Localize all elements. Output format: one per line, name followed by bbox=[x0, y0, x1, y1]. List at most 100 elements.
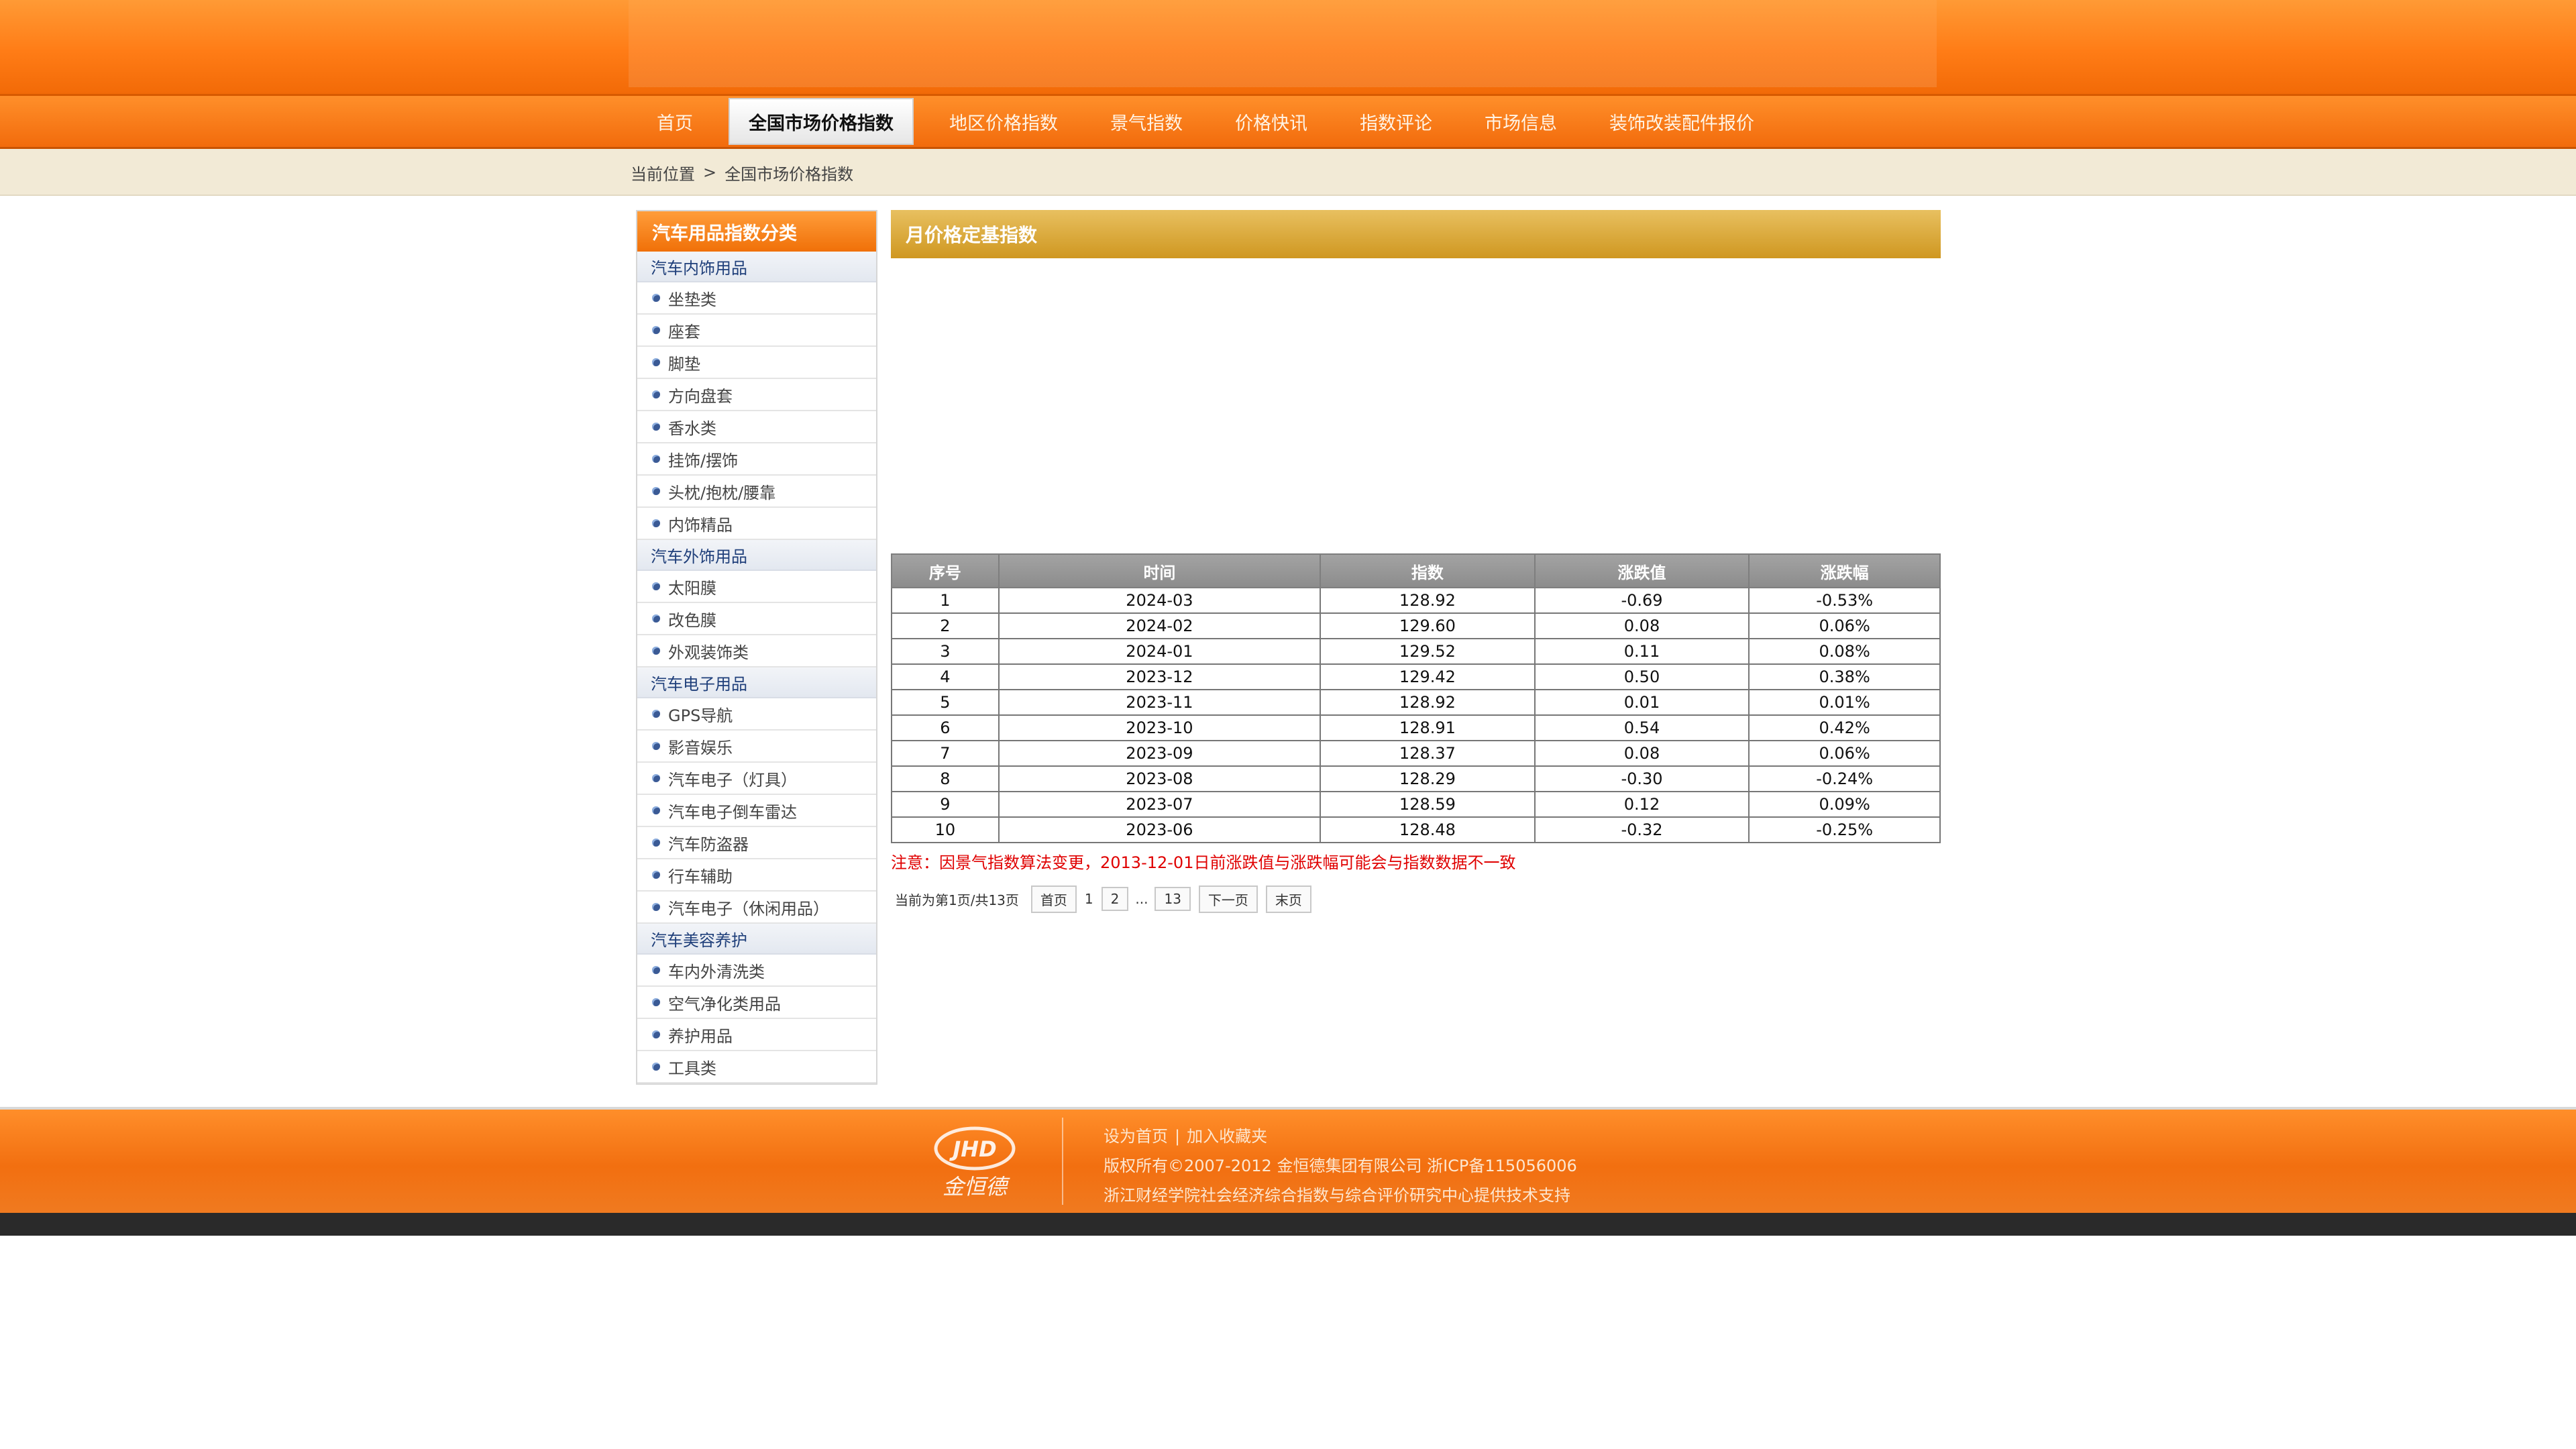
sidebar-item[interactable]: 空气净化类用品 bbox=[637, 987, 876, 1019]
table-header-row: 序号 时间 指数 涨跌值 涨跌幅 bbox=[891, 553, 1941, 588]
sidebar-title: 汽车用品指数分类 bbox=[637, 211, 876, 252]
sidebar-item[interactable]: 挂饰/摆饰 bbox=[637, 443, 876, 476]
table-cell: 2 bbox=[891, 612, 1000, 639]
sidebar-item[interactable]: GPS导航 bbox=[637, 698, 876, 731]
table-cell: 129.42 bbox=[1320, 663, 1536, 690]
sidebar-item-label: 影音娱乐 bbox=[668, 738, 733, 757]
sidebar-item[interactable]: 坐垫类 bbox=[637, 282, 876, 315]
sidebar-item[interactable]: 行车辅助 bbox=[637, 859, 876, 892]
page-2-button[interactable]: 2 bbox=[1101, 887, 1129, 911]
table-row: 9 2023-07 128.59 0.12 0.09% bbox=[891, 791, 1941, 818]
sidebar-group-title[interactable]: 汽车美容养护 bbox=[637, 924, 876, 955]
nav-item-3[interactable]: 地区价格指数 bbox=[923, 98, 1084, 145]
sidebar-item-label: 行车辅助 bbox=[668, 867, 733, 886]
sidebar-group-title[interactable]: 汽车内饰用品 bbox=[637, 252, 876, 282]
sidebar-item[interactable]: 方向盘套 bbox=[637, 379, 876, 411]
footer-text: 设为首页 | 加入收藏夹 版权所有©2007-2012 金恒德集团有限公司 浙ICP… bbox=[1104, 1122, 1577, 1210]
nav-item-4[interactable]: 景气指数 bbox=[1084, 98, 1209, 145]
first-page-button[interactable]: 首页 bbox=[1030, 885, 1077, 913]
table-cell: 128.92 bbox=[1320, 689, 1536, 716]
sidebar-item-label: GPS导航 bbox=[668, 706, 733, 725]
table-cell: 2023-09 bbox=[998, 740, 1322, 767]
main-content: 月价格定基指数 序号 时间 指数 涨跌值 涨跌幅 1 2024-03 128.92 -0.69… bbox=[891, 210, 1941, 913]
page-13-button[interactable]: 13 bbox=[1155, 887, 1191, 911]
bullet-icon bbox=[652, 1063, 660, 1071]
column-header: 涨跌幅 bbox=[1748, 553, 1941, 588]
sidebar-item-label: 头枕/抱枕/腰靠 bbox=[668, 483, 776, 502]
table-cell: 6 bbox=[891, 714, 1000, 741]
sidebar-item[interactable]: 影音娱乐 bbox=[637, 731, 876, 763]
bullet-icon bbox=[652, 1030, 660, 1038]
table-cell: 2023-08 bbox=[998, 765, 1322, 792]
sidebar-group-title[interactable]: 汽车外饰用品 bbox=[637, 540, 876, 571]
sidebar-item-label: 改色膜 bbox=[668, 610, 716, 630]
table-cell: 2024-02 bbox=[998, 612, 1322, 639]
nav-item-7[interactable]: 市场信息 bbox=[1458, 98, 1583, 145]
sidebar-item[interactable]: 汽车电子（灯具） bbox=[637, 763, 876, 795]
sidebar-item[interactable]: 脚垫 bbox=[637, 347, 876, 379]
table-cell: -0.24% bbox=[1748, 765, 1941, 792]
nav-item-2[interactable]: 全国市场价格指数 bbox=[729, 98, 914, 145]
table-cell: 4 bbox=[891, 663, 1000, 690]
sidebar-item[interactable]: 太阳膜 bbox=[637, 571, 876, 603]
bullet-icon bbox=[652, 423, 660, 431]
sidebar-item-label: 方向盘套 bbox=[668, 386, 733, 406]
nav-item-8[interactable]: 装饰改装配件报价 bbox=[1583, 98, 1780, 145]
table-row: 2 2024-02 129.60 0.08 0.06% bbox=[891, 612, 1941, 639]
table-cell: 129.52 bbox=[1320, 638, 1536, 665]
table-row: 3 2024-01 129.52 0.11 0.08% bbox=[891, 638, 1941, 665]
table-cell: 128.59 bbox=[1320, 791, 1536, 818]
table-cell: 2023-12 bbox=[998, 663, 1322, 690]
sidebar-item[interactable]: 汽车电子倒车雷达 bbox=[637, 795, 876, 827]
breadcrumb-separator: > bbox=[703, 163, 717, 182]
sidebar-item[interactable]: 汽车电子（休闲用品） bbox=[637, 892, 876, 924]
nav-item-5[interactable]: 价格快讯 bbox=[1209, 98, 1334, 145]
breadcrumb-current[interactable]: 全国市场价格指数 bbox=[724, 161, 853, 184]
table-cell: 128.48 bbox=[1320, 816, 1536, 843]
column-header: 涨跌值 bbox=[1534, 553, 1750, 588]
jhd-logo-icon: JHD 金恒德 bbox=[934, 1126, 1016, 1199]
breadcrumb: 当前位置 > 全国市场价格指数 bbox=[631, 149, 853, 196]
last-page-button[interactable]: 末页 bbox=[1265, 885, 1311, 913]
copyright-text: 版权所有©2007-2012 金恒德集团有限公司 浙ICP备115056006 bbox=[1104, 1157, 1577, 1175]
sidebar-item[interactable]: 座套 bbox=[637, 315, 876, 347]
table-cell: 2024-01 bbox=[998, 638, 1322, 665]
bullet-icon bbox=[652, 614, 660, 623]
breadcrumb-prefix: 当前位置 bbox=[631, 164, 695, 184]
nav-item-1[interactable]: 首页 bbox=[631, 98, 719, 145]
sidebar-item[interactable]: 车内外清洗类 bbox=[637, 955, 876, 987]
sidebar-item[interactable]: 养护用品 bbox=[637, 1019, 876, 1051]
breadcrumb-bar: 当前位置 > 全国市场价格指数 bbox=[0, 149, 2576, 196]
table-cell: -0.69 bbox=[1534, 587, 1750, 614]
table-row: 8 2023-08 128.29 -0.30 -0.24% bbox=[891, 765, 1941, 792]
table-cell: 0.11 bbox=[1534, 638, 1750, 665]
sidebar-group-title[interactable]: 汽车电子用品 bbox=[637, 667, 876, 698]
sidebar-item[interactable]: 汽车防盗器 bbox=[637, 827, 876, 859]
sidebar-item[interactable]: 头枕/抱枕/腰靠 bbox=[637, 476, 876, 508]
jhd-logo: JHD 金恒德 bbox=[924, 1122, 1025, 1202]
sidebar-item-label: 座套 bbox=[668, 322, 700, 341]
bullet-icon bbox=[652, 647, 660, 655]
nav-item-6[interactable]: 指数评论 bbox=[1334, 98, 1458, 145]
column-header: 指数 bbox=[1320, 553, 1536, 588]
sidebar-item-label: 挂饰/摆饰 bbox=[668, 451, 739, 470]
sidebar-item[interactable]: 改色膜 bbox=[637, 603, 876, 635]
set-homepage-link[interactable]: 设为首页 bbox=[1104, 1127, 1168, 1146]
sidebar-item-label: 太阳膜 bbox=[668, 578, 716, 598]
bullet-icon bbox=[652, 582, 660, 590]
sidebar-item[interactable]: 香水类 bbox=[637, 411, 876, 443]
tech-support-text: 浙江财经学院社会经济综合指数与综合评价研究中心提供技术支持 bbox=[1104, 1186, 1570, 1205]
table-cell: -0.53% bbox=[1748, 587, 1941, 614]
table-cell: -0.32 bbox=[1534, 816, 1750, 843]
add-favorite-link[interactable]: 加入收藏夹 bbox=[1187, 1127, 1267, 1146]
table-cell: 7 bbox=[891, 740, 1000, 767]
sidebar-item[interactable]: 外观装饰类 bbox=[637, 635, 876, 667]
sidebar-item[interactable]: 内饰精品 bbox=[637, 508, 876, 540]
table-row: 10 2023-06 128.48 -0.32 -0.25% bbox=[891, 816, 1941, 843]
sidebar-item[interactable]: 工具类 bbox=[637, 1051, 876, 1083]
next-page-button[interactable]: 下一页 bbox=[1198, 885, 1258, 913]
bullet-icon bbox=[652, 742, 660, 750]
table-cell: 128.29 bbox=[1320, 765, 1536, 792]
footer-divider bbox=[1062, 1118, 1063, 1205]
sidebar-item-label: 汽车电子（灯具） bbox=[668, 770, 797, 790]
